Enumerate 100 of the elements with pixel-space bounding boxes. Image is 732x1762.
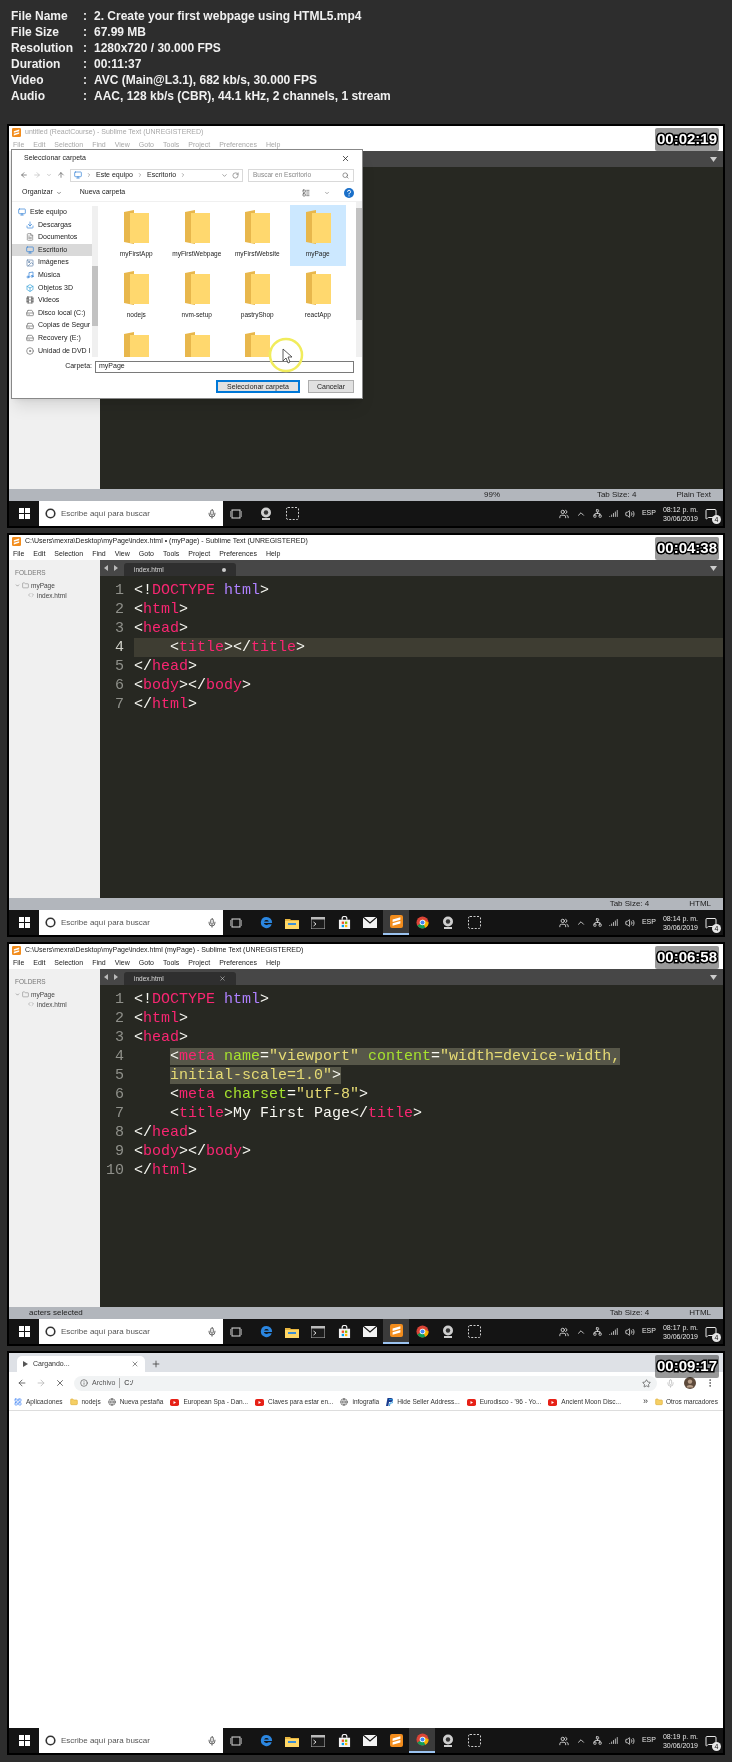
people-icon[interactable] [558, 1326, 569, 1337]
code-line: <!DOCTYPE html> [134, 581, 271, 600]
tab-nav-arrows-icon[interactable] [104, 974, 118, 980]
taskbar-app-button[interactable] [383, 910, 409, 935]
network-icon[interactable] [592, 918, 602, 927]
play-icon [255, 1398, 265, 1406]
notifications-icon[interactable] [705, 916, 717, 929]
line-number: 4 [114, 1047, 125, 1066]
tab-nav-arrows-icon[interactable] [104, 565, 118, 571]
dropdown-icon[interactable] [710, 156, 717, 162]
separator: : [83, 40, 88, 57]
search-bar[interactable]: Escribe aquí para buscar [39, 1319, 223, 1344]
separator: : [83, 72, 88, 89]
line-number: 7 [114, 695, 125, 714]
search-field[interactable]: Escribe aquí para buscar [61, 507, 202, 520]
line-number: 8 [114, 1123, 125, 1142]
back-icon[interactable] [17, 1378, 27, 1388]
browser-icon [259, 1325, 273, 1338]
search-field[interactable]: Escribe aquí para buscar [61, 1325, 202, 1338]
line-number: 9 [114, 1142, 125, 1161]
computer-icon [18, 208, 26, 217]
scrollbar[interactable] [356, 202, 362, 357]
status-item[interactable]: Tab Size: 4 [596, 489, 637, 501]
stop-icon[interactable] [55, 1378, 65, 1388]
volume-icon[interactable] [624, 917, 635, 928]
dropdown-icon[interactable] [710, 565, 717, 571]
view-options-icon[interactable] [302, 188, 310, 197]
signal-icon[interactable] [608, 1327, 618, 1336]
volume-icon[interactable] [624, 1735, 635, 1746]
status-item[interactable]: HTML [689, 1307, 711, 1319]
status-item[interactable]: Plain Text [676, 489, 711, 501]
volume-icon[interactable] [624, 1326, 635, 1337]
scrollbar[interactable] [92, 206, 98, 357]
new-tab-icon[interactable] [151, 1359, 161, 1369]
line-number: 5 [114, 1066, 125, 1085]
code-line: <html> [134, 1009, 190, 1028]
bookmark-star-icon[interactable] [642, 1378, 651, 1388]
folder-icon [285, 916, 299, 929]
microphone-icon[interactable] [207, 917, 217, 928]
signal-icon[interactable] [608, 509, 618, 518]
task-view-icon [230, 1326, 242, 1337]
notifications-icon[interactable] [705, 1734, 717, 1747]
mail-icon [363, 917, 377, 928]
code-line: <body></body> [134, 1142, 253, 1161]
network-icon[interactable] [592, 509, 602, 518]
search-bar[interactable]: Escribe aquí para buscar [39, 501, 223, 526]
payment-logo-icon [386, 1398, 394, 1406]
search-bar[interactable]: Escribe aquí para buscar [39, 910, 223, 935]
network-icon[interactable] [592, 1327, 602, 1336]
globe-icon [107, 1398, 116, 1406]
folder-icon [285, 1325, 299, 1338]
webcam-icon [260, 507, 272, 520]
drive-icon [26, 309, 34, 318]
windows-logo-icon [18, 508, 30, 519]
folder-icon [654, 1398, 663, 1406]
folder-icon [182, 210, 211, 244]
close-tab-icon[interactable] [131, 1360, 139, 1368]
more-bookmarks-button[interactable]: » [642, 1395, 648, 1409]
notifications-icon[interactable] [705, 507, 717, 520]
terminal-icon [311, 1325, 325, 1338]
network-icon[interactable] [592, 1736, 602, 1745]
chevron-right-icon [180, 172, 187, 178]
search-field[interactable]: Escribe aquí para buscar [61, 916, 202, 929]
windows-logo-icon [18, 1735, 30, 1746]
help-icon[interactable] [344, 187, 354, 198]
code-line: </html> [134, 1161, 199, 1180]
taskbar-app-button[interactable] [383, 1319, 409, 1344]
close-icon[interactable] [341, 153, 350, 163]
back-icon[interactable] [20, 171, 28, 179]
microphone-icon[interactable] [207, 1735, 217, 1746]
cursor-highlight-icon [267, 336, 305, 374]
people-icon[interactable] [558, 1735, 569, 1746]
dropdown-icon[interactable] [710, 974, 717, 980]
editor-icon [389, 915, 403, 928]
status-text: acters selected [29, 1308, 83, 1317]
status-item[interactable]: HTML [689, 898, 711, 910]
search-bar[interactable]: Escribe aquí para buscar [39, 1728, 223, 1753]
info-value: 1280x720 / 30.000 FPS [94, 40, 221, 57]
signal-icon[interactable] [608, 918, 618, 927]
taskbar-app-button[interactable] [409, 1728, 435, 1753]
microphone-icon[interactable] [207, 508, 217, 519]
signal-icon[interactable] [608, 1736, 618, 1745]
search-field[interactable]: Escribe aquí para buscar [61, 1734, 202, 1747]
mail-icon [363, 1326, 377, 1337]
volume-icon[interactable] [624, 508, 635, 519]
status-item[interactable]: Tab Size: 4 [609, 1307, 650, 1319]
status-item[interactable]: Tab Size: 4 [609, 898, 650, 910]
code-line: <meta charset="utf-8"> [169, 1085, 370, 1104]
info-label: Duration [11, 56, 62, 73]
caret-icon [15, 583, 20, 589]
people-icon[interactable] [558, 508, 569, 519]
video-timestamp: 00:06:58 [654, 946, 719, 969]
browser-icon [415, 1325, 429, 1338]
up-icon[interactable] [57, 171, 65, 179]
info-icon [80, 1379, 88, 1387]
dashed-square-icon [467, 1325, 481, 1338]
notifications-icon[interactable] [705, 1325, 717, 1338]
microphone-icon[interactable] [207, 1326, 217, 1337]
avatar[interactable] [684, 1377, 696, 1389]
people-icon[interactable] [558, 917, 569, 928]
